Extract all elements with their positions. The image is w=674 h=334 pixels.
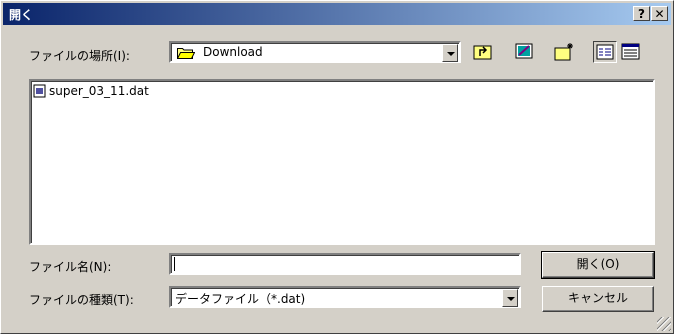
file-name: super_03_11.dat xyxy=(49,84,149,98)
help-icon: ? xyxy=(638,7,645,21)
title-bar[interactable]: 開く ? ✕ xyxy=(3,3,671,25)
details-view-button[interactable] xyxy=(619,41,643,63)
filetype-dropdown-arrow-icon[interactable] xyxy=(502,289,518,307)
desktop-button[interactable] xyxy=(512,41,536,63)
close-button[interactable]: ✕ xyxy=(651,6,668,21)
location-dropdown[interactable]: Download xyxy=(169,41,461,63)
open-file-dialog: 開く ? ✕ ファイルの場所(I): Download super_03_11.… xyxy=(0,0,674,334)
up-folder-icon xyxy=(473,45,492,60)
list-view-button[interactable] xyxy=(593,41,617,63)
close-icon: ✕ xyxy=(654,7,665,21)
filetype-label: ファイルの種類(T): xyxy=(29,293,134,307)
resize-grip-icon[interactable] xyxy=(657,317,671,331)
location-label: ファイルの場所(I): xyxy=(29,49,130,63)
file-icon xyxy=(33,84,46,98)
text-cursor xyxy=(174,257,175,271)
new-folder-button[interactable] xyxy=(552,41,576,63)
window-title: 開く xyxy=(9,8,34,22)
filetype-dropdown[interactable]: データファイル（*.dat) xyxy=(169,286,521,308)
filetype-value: データファイル（*.dat) xyxy=(175,292,306,306)
location-dropdown-arrow-icon[interactable] xyxy=(442,44,458,62)
up-folder-button[interactable] xyxy=(471,41,495,63)
new-folder-icon xyxy=(554,43,573,61)
list-item[interactable]: super_03_11.dat xyxy=(33,84,149,98)
desktop-icon xyxy=(515,43,533,59)
file-list[interactable]: super_03_11.dat xyxy=(29,79,655,245)
help-button[interactable]: ? xyxy=(633,6,650,21)
list-view-icon xyxy=(596,44,614,60)
cancel-button[interactable]: キャンセル xyxy=(542,286,654,312)
folder-icon xyxy=(177,48,195,59)
filename-label: ファイル名(N): xyxy=(29,260,112,274)
location-value: Download xyxy=(203,45,263,59)
details-view-icon xyxy=(621,43,640,60)
filename-input[interactable] xyxy=(169,253,521,275)
open-button[interactable]: 開く(O) xyxy=(541,251,655,279)
